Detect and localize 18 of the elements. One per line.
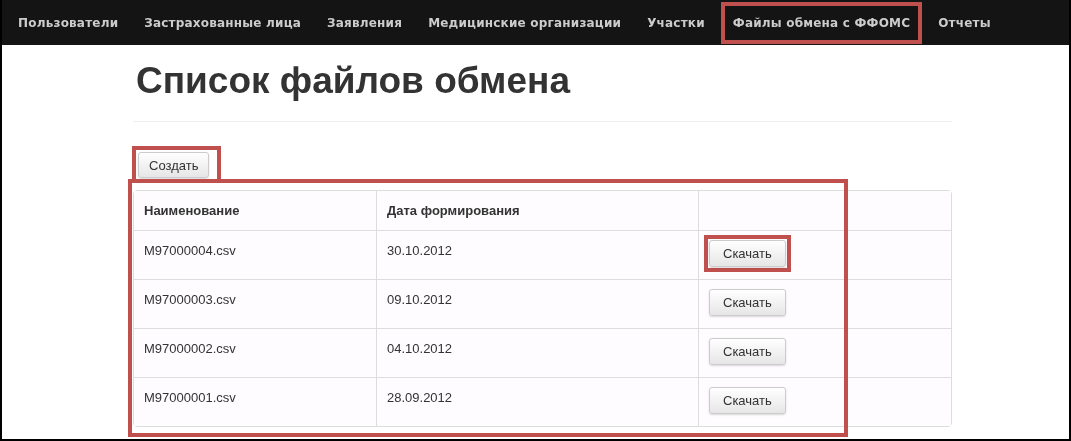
nav-link[interactable]: Застрахованные лица [131, 4, 315, 41]
table-cell: 28.09.2012 [376, 377, 698, 426]
table-cell: M97000001.csv [134, 377, 376, 426]
table-cell: 04.10.2012 [376, 328, 698, 377]
nav-link[interactable]: Заявления [314, 4, 416, 41]
nav-link[interactable]: Медицинские организации [415, 4, 635, 41]
download-button[interactable]: Скачать [709, 338, 786, 365]
nav-link[interactable]: Участки [634, 4, 718, 41]
download-button[interactable]: Скачать [709, 387, 786, 414]
table-cell: 09.10.2012 [376, 279, 698, 328]
nav-link[interactable]: Отчеты [925, 4, 1004, 41]
table-cell: 30.10.2012 [376, 230, 698, 279]
nav-link[interactable]: Пользователи [5, 4, 132, 41]
create-button[interactable]: Создать [138, 152, 210, 178]
download-button[interactable]: Скачать [709, 289, 786, 316]
nav-link[interactable]: Файлы обмена с ФФОМС [723, 4, 920, 41]
download-button[interactable]: Скачать [709, 240, 786, 267]
page-title: Список файлов обмена [136, 59, 572, 103]
